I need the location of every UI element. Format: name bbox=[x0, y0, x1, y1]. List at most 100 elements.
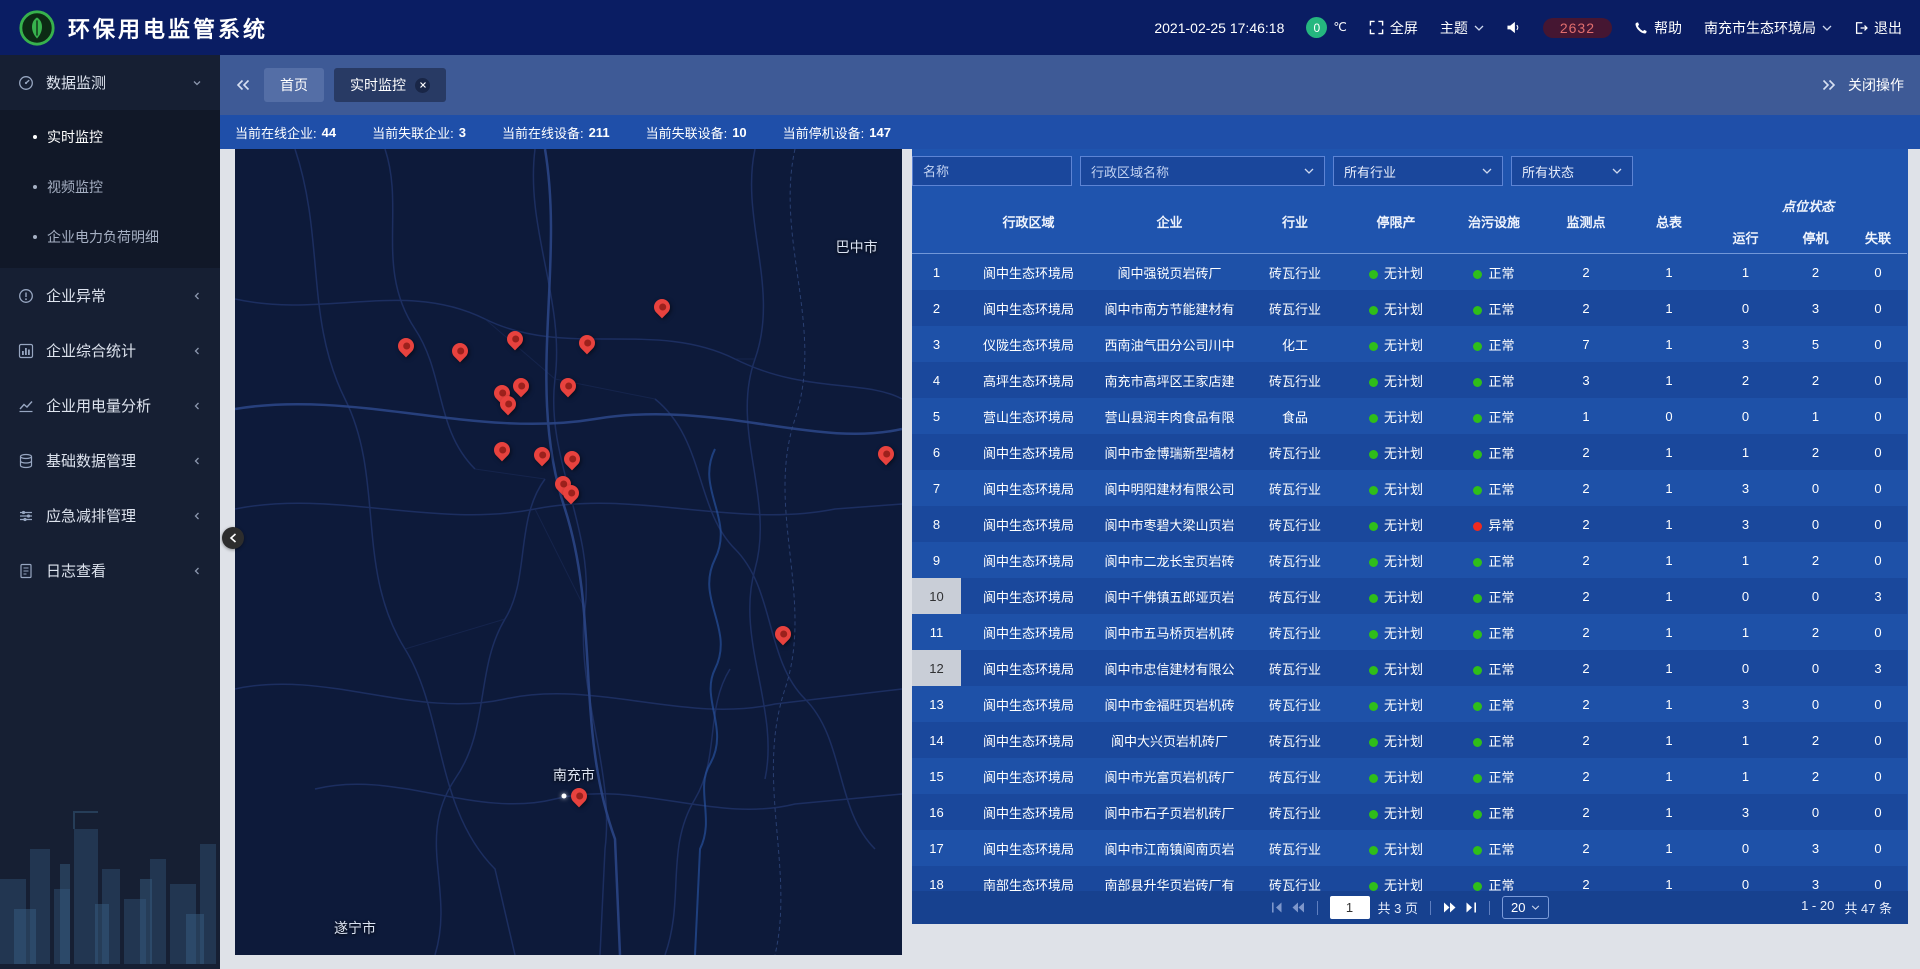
status-dot-icon bbox=[1369, 594, 1378, 603]
table-row[interactable]: 4高坪生态环境局南充市高坪区王家店建砖瓦行业无计划正常31220 bbox=[912, 362, 1907, 398]
close-icon[interactable] bbox=[415, 78, 430, 93]
map-pin[interactable] bbox=[512, 377, 530, 402]
cell-total-meters: 1 bbox=[1629, 506, 1709, 542]
fullscreen-button[interactable]: 全屏 bbox=[1369, 18, 1418, 38]
close-operations-button[interactable]: 关闭操作 bbox=[1848, 75, 1904, 95]
cell-running: 0 bbox=[1709, 650, 1782, 686]
cell-pollution-facility: 正常 bbox=[1445, 578, 1543, 614]
sidebar-section-emergency-reduction[interactable]: 应急减排管理 bbox=[0, 488, 220, 543]
help-button[interactable]: 帮助 bbox=[1634, 18, 1682, 38]
table-head: 行政区域企业行业停限产治污设施监测点总表点位状态运行停机失联 bbox=[912, 189, 1907, 254]
map-pin-icon bbox=[576, 332, 599, 355]
pagination-controls: 共 3 页 20 bbox=[1271, 896, 1550, 919]
status-dot-icon bbox=[1473, 378, 1482, 387]
cell-company: 阆中市光富页岩机砖厂 bbox=[1096, 758, 1243, 794]
table-row[interactable]: 7阆中生态环境局阆中明阳建材有限公司砖瓦行业无计划正常21300 bbox=[912, 470, 1907, 506]
table-row[interactable]: 1阆中生态环境局阆中强锐页岩砖厂砖瓦行业无计划正常21120 bbox=[912, 254, 1907, 291]
cell-company: 阆中市忠信建材有限公 bbox=[1096, 650, 1243, 686]
map-pin[interactable] bbox=[397, 337, 415, 362]
tabs-scroll-right-icon[interactable] bbox=[1822, 79, 1836, 91]
table-row[interactable]: 15阆中生态环境局阆中市光富页岩机砖厂砖瓦行业无计划正常21120 bbox=[912, 758, 1907, 794]
cell-monitor-points: 2 bbox=[1543, 614, 1629, 650]
next-page-button[interactable] bbox=[1443, 902, 1457, 913]
last-page-button[interactable] bbox=[1465, 902, 1477, 913]
table-row[interactable]: 9阆中生态环境局阆中市二龙长宝页岩砖砖瓦行业无计划正常21120 bbox=[912, 542, 1907, 578]
table-row[interactable]: 5营山生态环境局营山县润丰肉食品有限食品无计划正常10010 bbox=[912, 398, 1907, 434]
cell-region: 阆中生态环境局 bbox=[961, 686, 1096, 722]
status-dot-icon bbox=[1473, 846, 1482, 855]
logout-button[interactable]: 退出 bbox=[1854, 18, 1902, 38]
sidebar-collapse-button[interactable] bbox=[222, 527, 244, 549]
map-pin[interactable] bbox=[493, 441, 511, 466]
table-row[interactable]: 14阆中生态环境局阆中大兴页岩机砖厂砖瓦行业无计划正常21120 bbox=[912, 722, 1907, 758]
cell-region: 阆中生态环境局 bbox=[961, 722, 1096, 758]
table-row[interactable]: 18南部生态环境局南部县升华页岩砖厂有砖瓦行业无计划正常21030 bbox=[912, 866, 1907, 891]
column-subheader: 停机 bbox=[1782, 221, 1849, 254]
map-pin[interactable] bbox=[578, 334, 596, 359]
status-dot-icon bbox=[1473, 342, 1482, 351]
industry-filter-value: 所有行业 bbox=[1344, 162, 1396, 181]
status-filter-select[interactable]: 所有状态 bbox=[1511, 156, 1633, 186]
map-pin[interactable] bbox=[559, 377, 577, 402]
name-filter-input[interactable] bbox=[912, 156, 1072, 186]
sidebar-nav: 数据监测实时监控视频监控企业电力负荷明细企业异常企业综合统计企业用电量分析基础数… bbox=[0, 55, 220, 598]
map-pin[interactable] bbox=[563, 450, 581, 475]
status-dot-icon bbox=[1473, 810, 1482, 819]
sidebar-item-realtime-monitoring[interactable]: 实时监控 bbox=[0, 112, 220, 162]
chevron-down-icon bbox=[1531, 905, 1540, 910]
page-size-select[interactable]: 20 bbox=[1502, 896, 1549, 919]
table-row[interactable]: 17阆中生态环境局阆中市江南镇阆南页岩砖瓦行业无计划正常21030 bbox=[912, 830, 1907, 866]
org-dropdown[interactable]: 南充市生态环境局 bbox=[1704, 18, 1832, 38]
industry-filter-select[interactable]: 所有行业 bbox=[1333, 156, 1503, 186]
map-panel[interactable]: 巴中市南充市遂宁市 bbox=[235, 149, 902, 955]
table-row[interactable]: 16阆中生态环境局阆中市石子页岩机砖厂砖瓦行业无计划正常21300 bbox=[912, 794, 1907, 830]
sidebar-section-enterprise-power-analysis[interactable]: 企业用电量分析 bbox=[0, 378, 220, 433]
stat-item: 当前在线企业:44 bbox=[235, 123, 336, 142]
table-row[interactable]: 12阆中生态环境局阆中市忠信建材有限公砖瓦行业无计划正常21003 bbox=[912, 650, 1907, 686]
table-row[interactable]: 10阆中生态环境局阆中千佛镇五郎垭页岩砖瓦行业无计划正常21003 bbox=[912, 578, 1907, 614]
page-number-input[interactable] bbox=[1330, 896, 1370, 919]
sidebar-section-label: 企业异常 bbox=[46, 285, 106, 306]
map-pin[interactable] bbox=[774, 625, 792, 650]
tabs-scroll-left-icon[interactable] bbox=[236, 79, 250, 91]
sidebar-section-data-monitoring[interactable]: 数据监测 bbox=[0, 55, 220, 110]
cell-production-limit: 无计划 bbox=[1347, 506, 1445, 542]
table-row[interactable]: 6阆中生态环境局阆中市金博瑞新型墙材砖瓦行业无计划正常21120 bbox=[912, 434, 1907, 470]
announcement-icon[interactable] bbox=[1506, 21, 1521, 34]
sidebar-section-basic-data-management[interactable]: 基础数据管理 bbox=[0, 433, 220, 488]
first-page-button[interactable] bbox=[1271, 902, 1283, 913]
tab-home[interactable]: 首页 bbox=[264, 68, 324, 102]
cell-monitor-points: 2 bbox=[1543, 758, 1629, 794]
map-pin[interactable] bbox=[562, 484, 580, 509]
status-dot-icon bbox=[1369, 774, 1378, 783]
cell-lost: 0 bbox=[1849, 830, 1907, 866]
column-header: 企业 bbox=[1096, 189, 1243, 254]
region-filter-select[interactable]: 行政区域名称 bbox=[1080, 156, 1325, 186]
sidebar-item-enterprise-power-load-detail[interactable]: 企业电力负荷明细 bbox=[0, 212, 220, 262]
tab-realtime-monitoring[interactable]: 实时监控 bbox=[334, 68, 446, 102]
table-row[interactable]: 3仪陇生态环境局西南油气田分公司川中化工无计划正常71350 bbox=[912, 326, 1907, 362]
sidebar-section-enterprise-statistics[interactable]: 企业综合统计 bbox=[0, 323, 220, 378]
page-size-value: 20 bbox=[1511, 900, 1525, 915]
cell-monitor-points: 2 bbox=[1543, 290, 1629, 326]
table-row[interactable]: 8阆中生态环境局阆中市枣碧大梁山页岩砖瓦行业无计划异常21300 bbox=[912, 506, 1907, 542]
gauge-icon bbox=[18, 75, 34, 91]
map-pin[interactable] bbox=[533, 446, 551, 471]
sidebar-item-video-monitoring[interactable]: 视频监控 bbox=[0, 162, 220, 212]
theme-dropdown[interactable]: 主题 bbox=[1440, 18, 1484, 38]
sidebar-section-log-view[interactable]: 日志查看 bbox=[0, 543, 220, 598]
table-row[interactable]: 11阆中生态环境局阆中市五马桥页岩机砖砖瓦行业无计划正常21120 bbox=[912, 614, 1907, 650]
status-dot-icon bbox=[1369, 450, 1378, 459]
cell-index: 9 bbox=[912, 542, 961, 578]
map-pin[interactable] bbox=[653, 298, 671, 323]
cell-index: 4 bbox=[912, 362, 961, 398]
map-pin[interactable] bbox=[570, 787, 588, 812]
map-pin[interactable] bbox=[451, 342, 469, 367]
map-pin[interactable] bbox=[877, 445, 895, 470]
map-pin[interactable] bbox=[506, 330, 524, 355]
prev-page-button[interactable] bbox=[1291, 902, 1305, 913]
sidebar-section-enterprise-abnormal[interactable]: 企业异常 bbox=[0, 268, 220, 323]
table-row[interactable]: 13阆中生态环境局阆中市金福旺页岩机砖砖瓦行业无计划正常21300 bbox=[912, 686, 1907, 722]
table-row[interactable]: 2阆中生态环境局阆中市南方节能建材有砖瓦行业无计划正常21030 bbox=[912, 290, 1907, 326]
alarm-count-badge[interactable]: 2632 bbox=[1543, 18, 1612, 38]
